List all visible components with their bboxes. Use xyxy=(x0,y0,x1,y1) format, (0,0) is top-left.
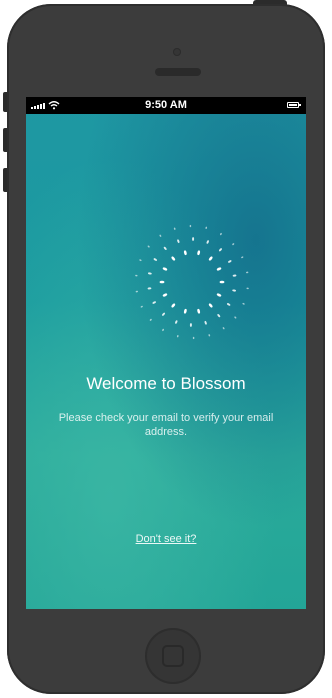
loader-dot xyxy=(245,271,249,274)
loader-dot xyxy=(147,272,152,275)
loader-dot xyxy=(147,287,152,290)
battery-icon xyxy=(287,102,301,108)
loader-dot xyxy=(246,287,249,290)
loader-dot xyxy=(153,258,158,261)
loader-dot xyxy=(163,246,167,250)
loader-dot xyxy=(242,302,245,305)
loader-dot xyxy=(219,248,222,252)
loader-dot xyxy=(208,334,211,337)
loader-dot xyxy=(189,224,192,228)
loader-dot xyxy=(226,303,231,306)
loader-dot xyxy=(139,259,142,262)
loader-dot xyxy=(234,316,237,319)
loader-dot xyxy=(159,234,162,237)
loader-dot xyxy=(192,336,195,340)
welcome-title: Welcome to Blossom xyxy=(86,374,246,393)
loader-dot xyxy=(241,256,244,259)
loader-dot xyxy=(189,323,192,327)
dont-see-it-link[interactable]: Don't see it? xyxy=(26,532,306,546)
loader-dot xyxy=(220,232,222,236)
loader-dot xyxy=(205,226,208,230)
status-bar: 9:50 AM xyxy=(26,97,306,114)
loader-dot xyxy=(197,308,201,314)
loader-dot xyxy=(228,260,232,263)
loader-dot xyxy=(162,293,168,297)
status-time: 9:50 AM xyxy=(145,99,187,111)
loader-dot xyxy=(206,240,209,244)
loader-dot xyxy=(176,334,179,338)
loader-dot xyxy=(149,318,152,321)
loader-dot xyxy=(216,293,222,297)
front-camera xyxy=(173,48,181,56)
app-screen: 9:50 AM Welcome to Blossom Please check … xyxy=(26,97,306,609)
earpiece-speaker xyxy=(155,68,201,76)
loader-dot xyxy=(204,320,207,325)
loader-dot xyxy=(162,267,168,271)
loader-dot xyxy=(232,289,237,292)
loader-dot xyxy=(159,280,165,284)
loader-dot xyxy=(147,245,150,248)
loader-dot xyxy=(222,327,225,330)
loader-dot xyxy=(152,301,156,304)
loader-dot xyxy=(217,314,221,318)
loader-dot xyxy=(183,250,187,256)
loader-dot xyxy=(192,237,195,241)
verify-email-message: Please check your email to verify your e… xyxy=(58,412,274,438)
loader-dot xyxy=(177,239,180,244)
loader-dot xyxy=(171,256,176,261)
loader-dot xyxy=(208,303,213,308)
loader-dot xyxy=(171,303,176,308)
loader-dot xyxy=(216,267,222,271)
loader-dot xyxy=(135,274,138,277)
loader-dot xyxy=(219,280,225,284)
loader-dot xyxy=(208,256,213,261)
dotted-ring-loader-icon xyxy=(135,224,249,340)
loader-dot xyxy=(183,308,187,314)
loader-dot xyxy=(197,250,201,256)
home-button[interactable] xyxy=(145,628,201,684)
loader-dot xyxy=(175,320,178,324)
loader-dot xyxy=(135,290,139,293)
loader-dot xyxy=(232,274,237,277)
loader-dot xyxy=(162,328,164,332)
loader-dot xyxy=(140,305,143,308)
loader-dot xyxy=(232,243,235,246)
loader-dot xyxy=(173,227,176,230)
loader-dot xyxy=(162,312,165,316)
